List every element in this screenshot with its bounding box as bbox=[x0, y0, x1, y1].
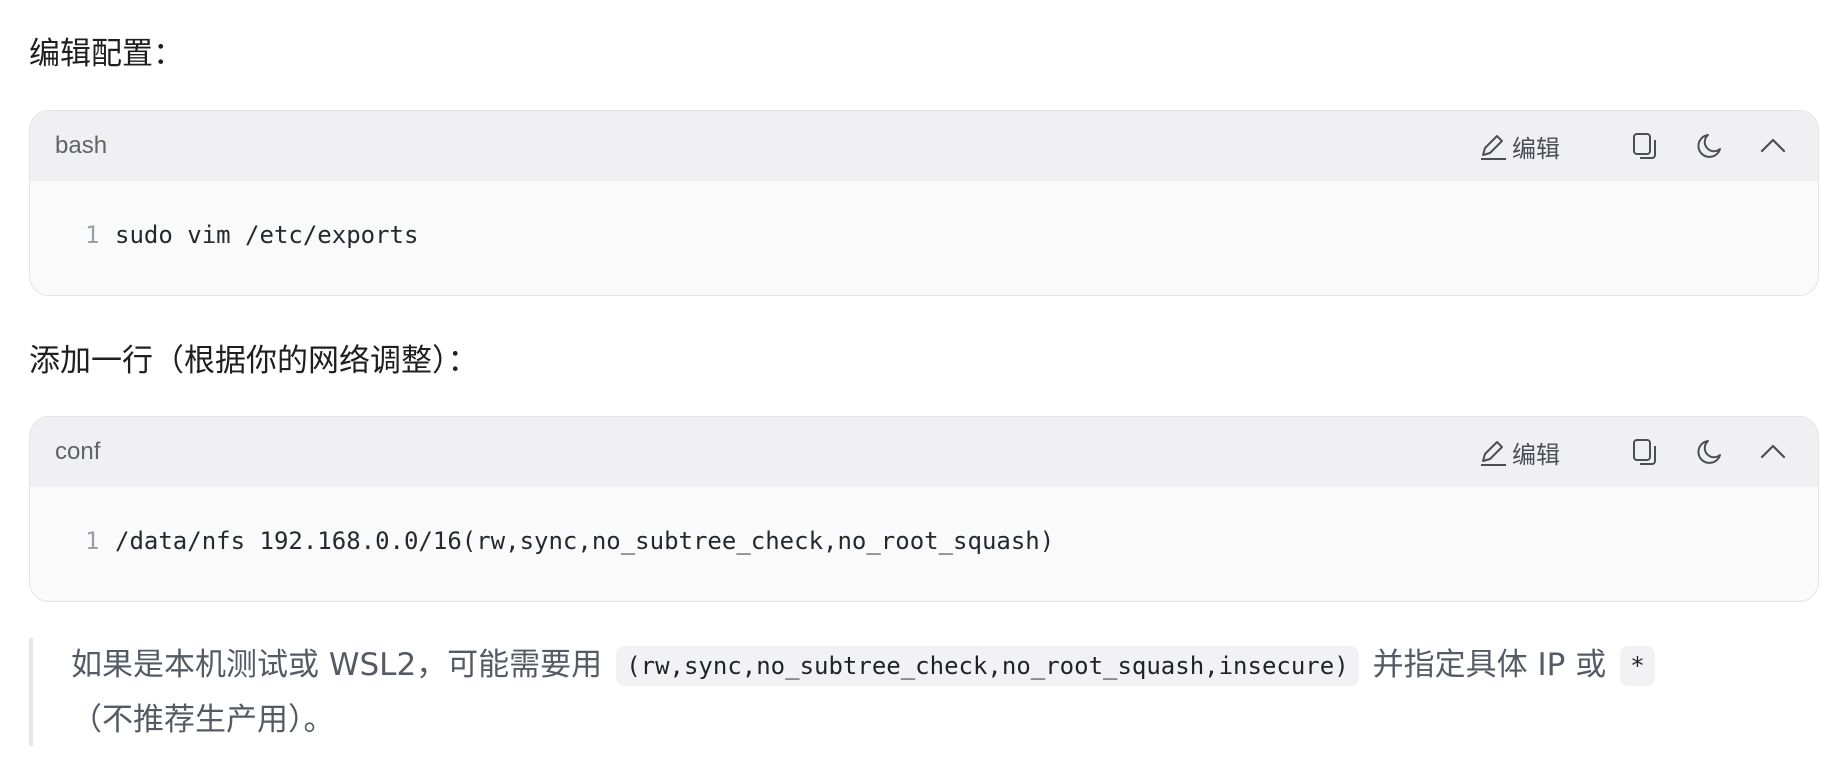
inline-code: * bbox=[1620, 645, 1655, 686]
code-toolbar: 编辑 bbox=[1478, 111, 1790, 181]
code-block-conf: conf 编辑 1 /data/nfs 192.168.0.0/16(rw,sy… bbox=[29, 416, 1819, 602]
edit-button-label: 编辑 bbox=[1512, 440, 1560, 469]
code-line: /data/nfs 192.168.0.0/16(rw,sync,no_subt… bbox=[115, 527, 1055, 555]
code-toolbar: 编辑 bbox=[1478, 417, 1790, 487]
code-block-header: conf 编辑 bbox=[30, 417, 1818, 487]
note-line-1: 如果是本机测试或 WSL2，可能需要用 (rw,sync,no_subtree_… bbox=[71, 638, 1819, 693]
line-number: 1 bbox=[85, 221, 100, 249]
code-block-bash: bash 编辑 1 sudo vim /etc/exports bbox=[29, 110, 1819, 296]
note-text: 并指定具体 IP 或 bbox=[1372, 647, 1607, 683]
code-body[interactable]: 1 /data/nfs 192.168.0.0/16(rw,sync,no_su… bbox=[30, 487, 1818, 601]
copy-button[interactable] bbox=[1628, 435, 1662, 469]
chevron-up-icon bbox=[1760, 444, 1786, 459]
pencil-icon bbox=[1481, 441, 1506, 466]
inline-code: (rw,sync,no_subtree_check,no_root_squash… bbox=[616, 645, 1359, 686]
moon-icon bbox=[1697, 440, 1721, 464]
edit-button-label: 编辑 bbox=[1512, 134, 1560, 163]
theme-toggle-button[interactable] bbox=[1692, 435, 1726, 469]
theme-toggle-button[interactable] bbox=[1692, 129, 1726, 163]
code-line: sudo vim /etc/exports bbox=[115, 221, 419, 249]
code-language-label: bash bbox=[55, 132, 108, 159]
line-number: 1 bbox=[85, 527, 100, 555]
note-blockquote: 如果是本机测试或 WSL2，可能需要用 (rw,sync,no_subtree_… bbox=[29, 638, 1819, 746]
note-line-2: （不推荐生产用）。 bbox=[71, 693, 1819, 748]
edit-button[interactable]: 编辑 bbox=[1478, 435, 1560, 470]
intro-text: 编辑配置： bbox=[29, 36, 184, 72]
copy-icon bbox=[1633, 439, 1656, 465]
code-language-label: conf bbox=[55, 438, 101, 465]
edit-button[interactable]: 编辑 bbox=[1478, 129, 1560, 164]
mid-text: 添加一行（根据你的网络调整）： bbox=[29, 343, 479, 379]
code-body[interactable]: 1 sudo vim /etc/exports bbox=[30, 181, 1818, 295]
chevron-up-icon bbox=[1760, 138, 1786, 153]
code-block-header: bash 编辑 bbox=[30, 111, 1818, 181]
note-text: （不推荐生产用）。 bbox=[71, 702, 335, 738]
pencil-icon bbox=[1481, 135, 1506, 160]
moon-icon bbox=[1697, 134, 1721, 158]
note-text: 如果是本机测试或 WSL2，可能需要用 bbox=[71, 647, 603, 683]
copy-button[interactable] bbox=[1628, 129, 1662, 163]
collapse-button[interactable] bbox=[1756, 435, 1790, 469]
collapse-button[interactable] bbox=[1756, 129, 1790, 163]
copy-icon bbox=[1633, 133, 1656, 159]
